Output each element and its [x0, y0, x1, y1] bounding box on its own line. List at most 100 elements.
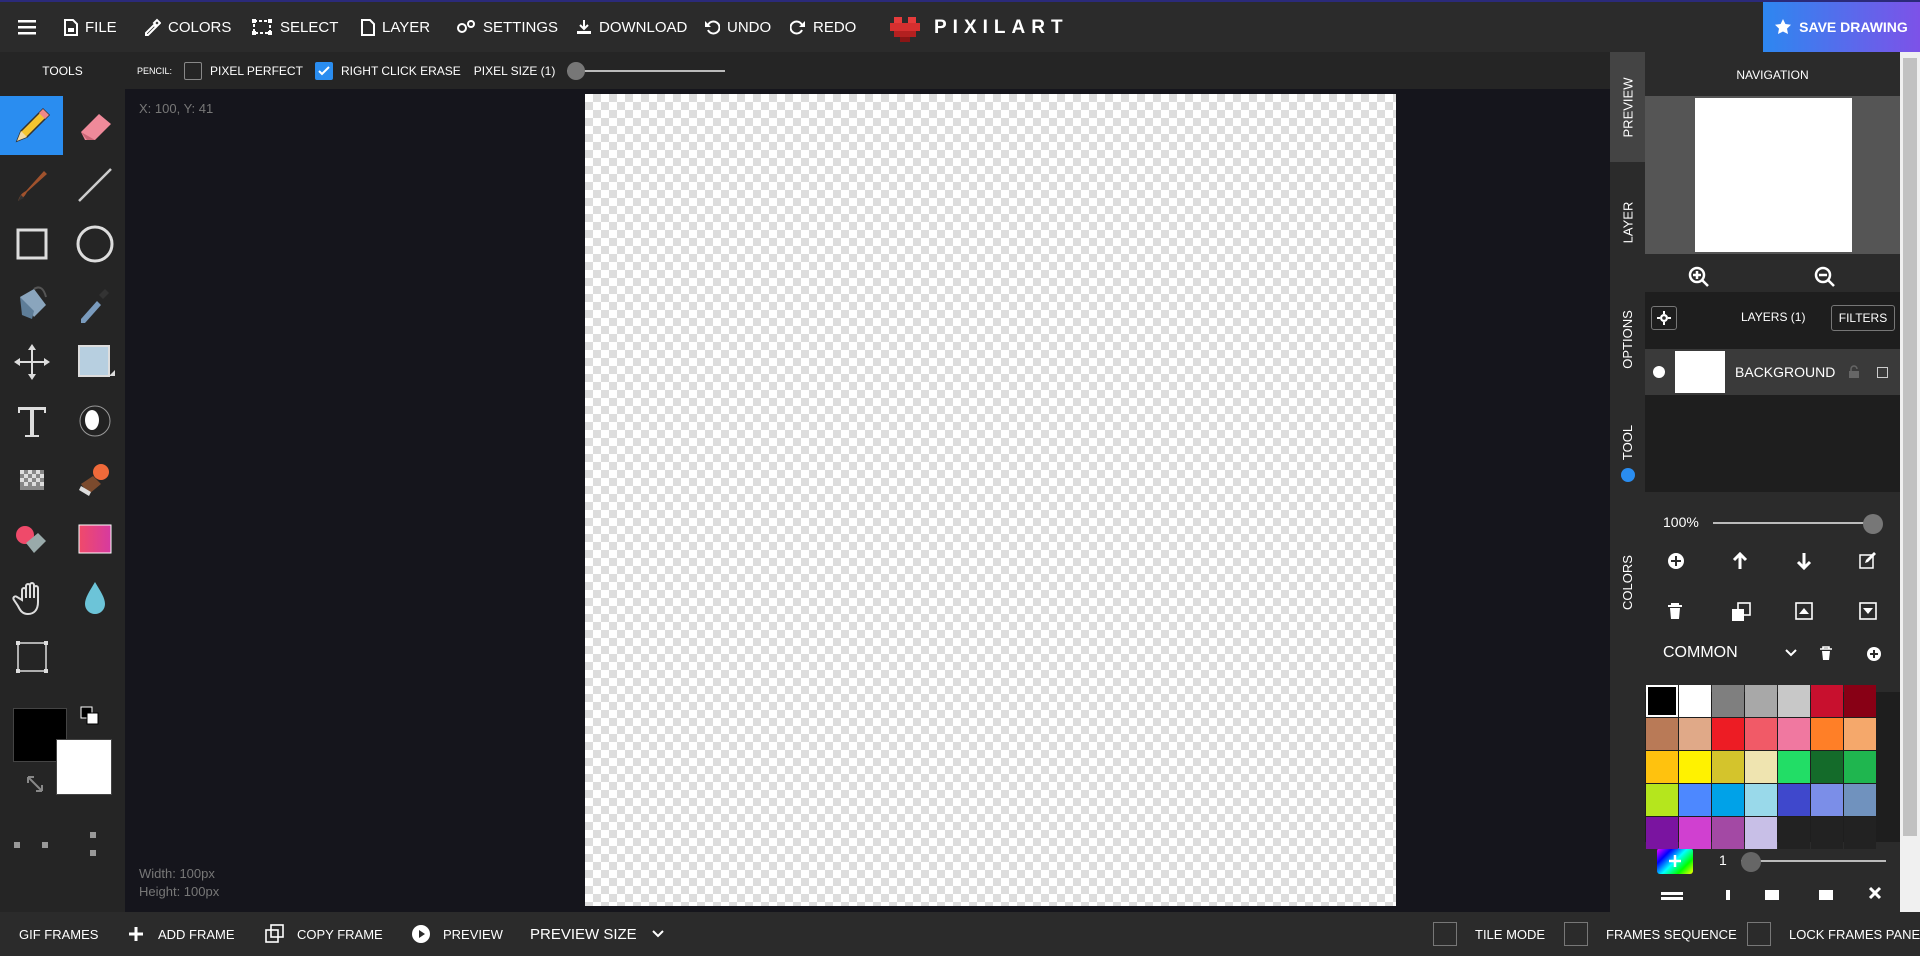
pixilart-logo[interactable]: PIXILART [890, 12, 1069, 44]
color-swatch[interactable] [1844, 784, 1876, 816]
frames-sequence-checkbox[interactable] [1564, 922, 1588, 946]
color-swatch[interactable] [1811, 718, 1843, 750]
tile-mode-toggle[interactable]: TILE MODE [1433, 912, 1545, 956]
color-swatch[interactable] [1679, 751, 1711, 783]
stamp-tool[interactable] [63, 450, 126, 509]
navigation-preview[interactable] [1645, 96, 1900, 254]
tab-options[interactable]: OPTIONS [1610, 284, 1645, 394]
preview-size-dropdown[interactable]: PREVIEW SIZE [530, 912, 665, 956]
color-swatch[interactable] [1712, 685, 1744, 717]
color-swatch[interactable] [1745, 718, 1777, 750]
preview-button[interactable]: PREVIEW [411, 912, 503, 956]
rectangle-tool[interactable] [0, 214, 63, 273]
lock-icon[interactable] [1847, 365, 1861, 379]
layer-visibility-dot[interactable] [1653, 366, 1665, 378]
layer-menu[interactable]: LAYER [361, 2, 430, 52]
color-swatch[interactable] [1679, 817, 1711, 849]
zoom-out-icon[interactable] [1814, 266, 1836, 288]
export-palette-icon[interactable] [1819, 890, 1833, 900]
tab-layer[interactable]: LAYER [1610, 172, 1645, 272]
brush-size-thumb[interactable] [1741, 852, 1761, 872]
scrollbar-thumb[interactable] [1903, 58, 1917, 836]
copy-frame-button[interactable]: COPY FRAME [265, 912, 383, 956]
drawing-canvas[interactable] [585, 94, 1396, 906]
color-swatch[interactable] [1844, 685, 1876, 717]
swap-colors-icon[interactable] [80, 706, 100, 726]
ellipse-tool[interactable] [63, 214, 126, 273]
merge-layer-down-icon[interactable] [1859, 602, 1877, 620]
color-swatch[interactable] [1745, 685, 1777, 717]
layer-settings-button[interactable] [1651, 306, 1677, 330]
color-swatch[interactable] [1811, 817, 1843, 849]
color-swatch[interactable] [1778, 685, 1810, 717]
redo-button[interactable]: REDO [790, 2, 856, 52]
move-layer-up-icon[interactable] [1731, 552, 1749, 570]
add-frame-button[interactable]: ADD FRAME [128, 912, 235, 956]
layer-opacity-thumb[interactable] [1863, 514, 1883, 534]
list-view-icon[interactable] [1661, 890, 1683, 900]
lock-frames-panel-checkbox[interactable] [1747, 922, 1771, 946]
close-palette-icon[interactable] [1868, 886, 1882, 900]
resize-tool[interactable] [0, 627, 63, 686]
move-layer-down-icon[interactable] [1795, 552, 1813, 570]
color-swatch[interactable] [1712, 817, 1744, 849]
add-layer-icon[interactable] [1667, 552, 1685, 570]
tile-mode-checkbox[interactable] [1433, 922, 1457, 946]
color-swatch[interactable] [1778, 718, 1810, 750]
pixel-size-slider[interactable] [567, 61, 726, 81]
pixel-size-slider-thumb[interactable] [567, 61, 586, 80]
filters-button[interactable]: FILTERS [1831, 305, 1895, 331]
text-tool[interactable] [0, 391, 63, 450]
secondary-color-swatch[interactable] [56, 739, 112, 795]
color-swatch[interactable] [1745, 784, 1777, 816]
duplicate-layer-icon[interactable] [1731, 602, 1751, 622]
right-panel-scrollbar[interactable] [1900, 52, 1920, 912]
dither-tool[interactable] [63, 391, 126, 450]
tab-preview[interactable]: PREVIEW [1610, 52, 1645, 162]
select-box-tool[interactable] [63, 332, 126, 391]
fill-bucket-tool[interactable] [0, 273, 63, 332]
more-tools-icon[interactable] [14, 830, 104, 860]
color-swatch[interactable] [1679, 718, 1711, 750]
undo-button[interactable]: UNDO [704, 2, 771, 52]
pattern-tool[interactable] [0, 450, 63, 509]
move-tool[interactable] [0, 332, 63, 391]
color-swatch[interactable] [1679, 784, 1711, 816]
reset-colors-icon[interactable] [25, 774, 45, 794]
color-swatch[interactable] [1712, 751, 1744, 783]
edit-layer-icon[interactable] [1859, 552, 1877, 570]
pixel-perfect-checkbox[interactable] [184, 61, 203, 80]
save-drawing-button[interactable]: SAVE DRAWING [1763, 2, 1920, 52]
color-swatch[interactable] [1712, 784, 1744, 816]
rainbow-color-picker[interactable] [1657, 848, 1693, 874]
frames-sequence-toggle[interactable]: FRAMES SEQUENCE [1564, 912, 1737, 956]
color-swatch[interactable] [1712, 718, 1744, 750]
palette-name[interactable]: COMMON [1663, 644, 1738, 662]
delete-palette-icon[interactable] [1819, 646, 1833, 661]
color-swatch[interactable] [1745, 817, 1777, 849]
color-swatch[interactable] [1679, 685, 1711, 717]
color-swatch[interactable] [1778, 817, 1810, 849]
add-palette-icon[interactable] [1866, 646, 1882, 662]
color-swatch[interactable] [1844, 751, 1876, 783]
color-swatch[interactable] [1646, 751, 1678, 783]
layer-row[interactable]: BACKGROUND [1645, 349, 1900, 395]
brush-size-slider[interactable] [1741, 850, 1886, 872]
zoom-in-icon[interactable] [1688, 266, 1710, 288]
right-click-erase-checkbox[interactable] [314, 61, 333, 80]
color-swatch[interactable] [1811, 685, 1843, 717]
colors-menu[interactable]: COLORS [143, 2, 231, 52]
settings-menu[interactable]: SETTINGS [456, 2, 558, 52]
hamburger-menu-button[interactable] [18, 2, 43, 52]
color-swatch[interactable] [1646, 718, 1678, 750]
blur-tool[interactable] [63, 568, 126, 627]
eraser-tool[interactable] [63, 96, 126, 155]
color-swatch[interactable] [1646, 784, 1678, 816]
lock-frames-panel-toggle[interactable]: LOCK FRAMES PANEL [1747, 912, 1920, 956]
color-swatch[interactable] [1745, 751, 1777, 783]
file-menu[interactable]: FILE [64, 2, 117, 52]
tab-tool[interactable]: TOOL [1610, 412, 1645, 472]
brush-tool[interactable] [0, 155, 63, 214]
copy-palette-icon[interactable] [1765, 890, 1779, 900]
layer-select-checkbox[interactable] [1877, 366, 1889, 378]
